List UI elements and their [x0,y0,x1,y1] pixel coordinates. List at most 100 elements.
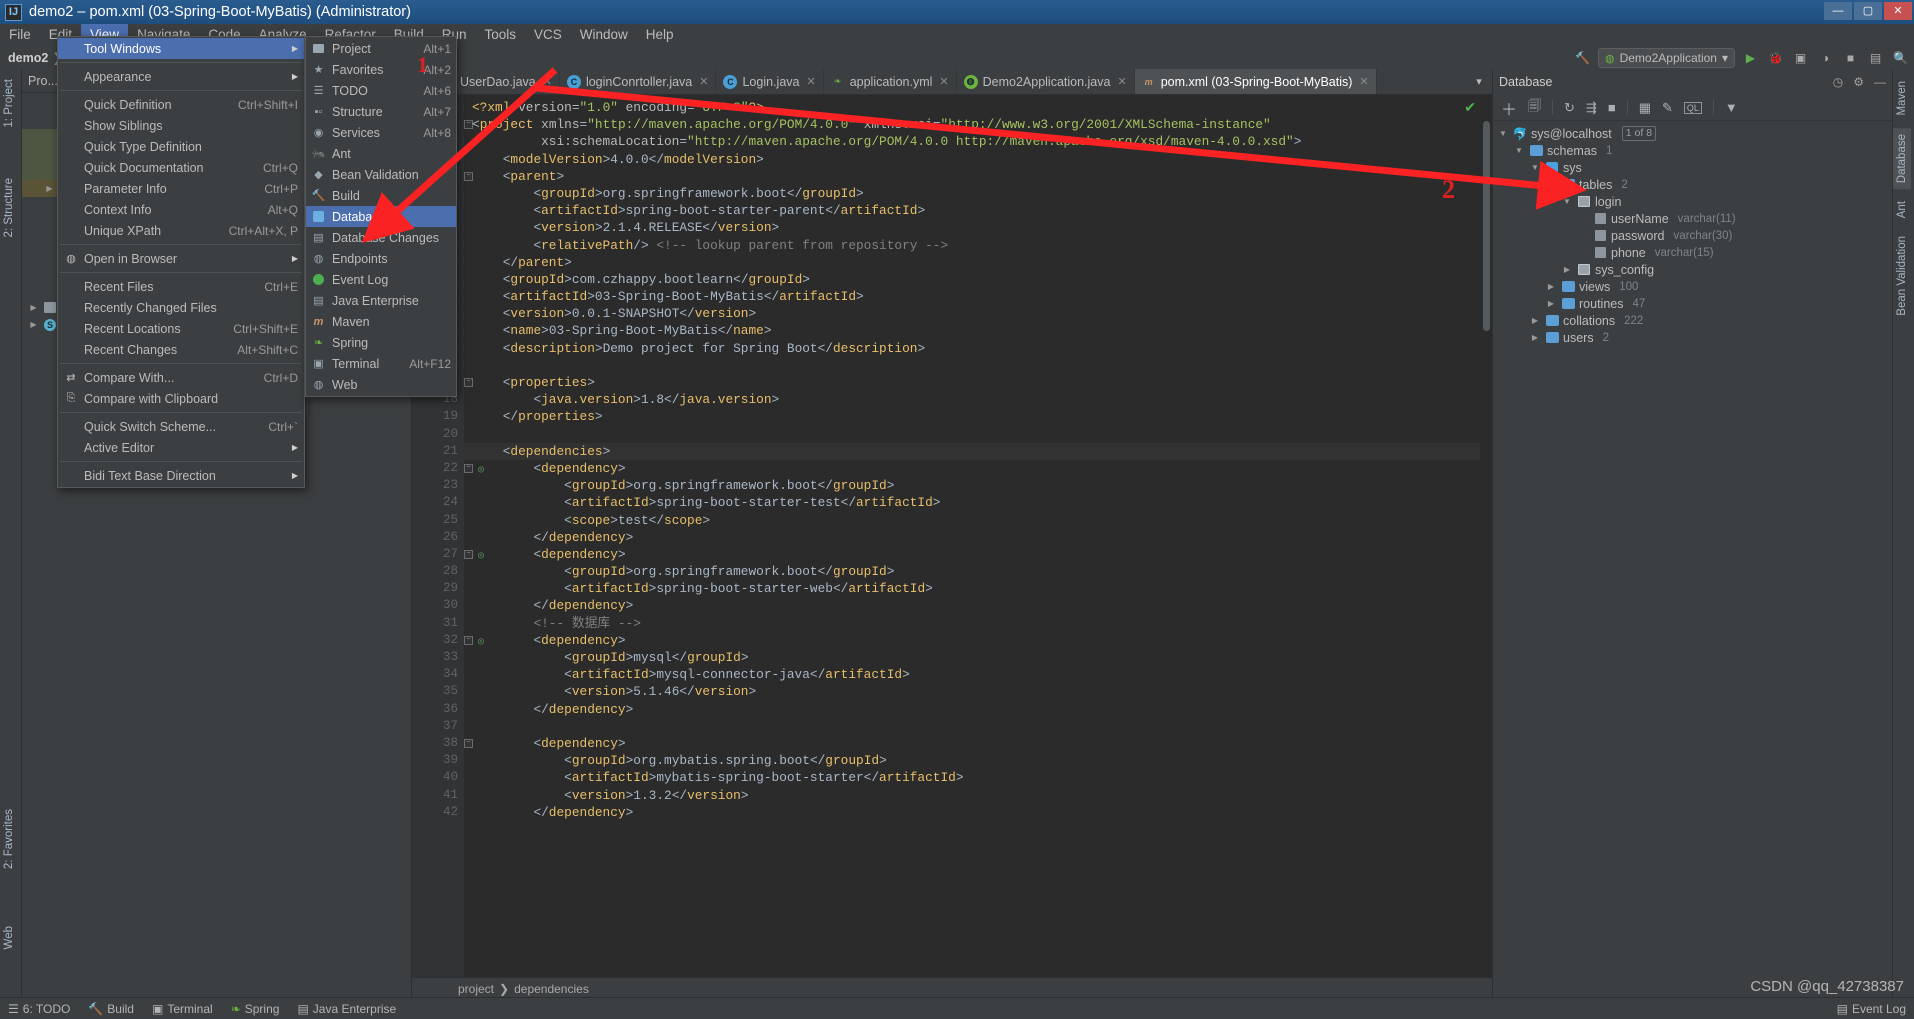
database-tree[interactable]: ▼ 🐬 sys@localhost 1 of 8 ▼ schemas 1 ▼ sys ▼ table… [1493,121,1892,346]
tree-expand-arrow-icon[interactable]: ▶ [28,303,39,312]
breadcrumb-project[interactable]: demo2 [0,51,52,65]
tree-expand-arrow-icon[interactable]: ▼ [1497,129,1509,138]
code-line[interactable]: <properties> [464,374,1492,391]
view-menu-item[interactable]: Quick Definition Ctrl+Shift+I [58,94,304,115]
code-line[interactable]: </dependency> [464,804,1492,821]
view-menu-item[interactable]: Recent Files Ctrl+E [58,276,304,297]
database-tree-node[interactable]: ▼ 🐬 sys@localhost 1 of 8 [1493,125,1892,142]
status-java-enterprise[interactable]: ▤ Java Enterprise [297,1002,396,1016]
code-line[interactable]: </properties> [464,408,1492,425]
editor-tab[interactable]: C Login.java ✕ [716,69,824,94]
view-menu-item[interactable]: Active Editor ▶ [58,437,304,458]
view-menu-item[interactable]: ◍ Open in Browser ▶ [58,248,304,269]
view-menu-item[interactable]: Context Info Alt+Q [58,199,304,220]
editor-breadcrumb[interactable]: project ❯ dependencies [412,977,1492,999]
settings-gear-icon[interactable]: ⚙ [1853,75,1864,89]
view-menu-item[interactable]: Tool Windows ▶ [58,38,304,59]
debug-icon[interactable]: 🐞 [1766,49,1785,68]
code-line[interactable]: <artifactId>03-Spring-Boot-MyBatis</arti… [464,288,1492,305]
minimize-button[interactable]: — [1824,2,1852,20]
layout-icon[interactable]: ▤ [1866,49,1885,68]
view-menu-item[interactable]: Quick Type Definition [58,136,304,157]
run-icon[interactable]: ▶ [1741,49,1760,68]
tool-window-menu-item[interactable]: Project Alt+1 [306,38,456,59]
code-line[interactable]: </dependency> [464,701,1492,718]
view-menu-item[interactable]: Recent Changes Alt+Shift+C [58,339,304,360]
stop-icon[interactable]: ■ [1608,100,1616,115]
editor-scrollbar[interactable] [1480,121,1492,1003]
profile-icon[interactable]: ◑ [1816,49,1835,68]
tool-window-menu-item[interactable]: ☰ TODO Alt+6 [306,80,456,101]
editor-tab[interactable]: ❧ application.yml ✕ [824,69,957,94]
code-line[interactable]: <dependency> [464,546,1492,563]
view-menu-item[interactable]: Recent Locations Ctrl+Shift+E [58,318,304,339]
tool-window-menu-item[interactable]: Event Log [306,269,456,290]
run-script-icon[interactable]: ⇶ [1586,100,1597,116]
code-line[interactable]: <description>Demo project for Spring Boo… [464,340,1492,357]
code-line[interactable]: <groupId>mysql</groupId> [464,649,1492,666]
build-hammer-icon[interactable]: 🔨 [1573,49,1592,68]
layout-icon[interactable]: ◷ [1833,75,1843,89]
close-icon[interactable]: ✕ [1359,75,1368,88]
tool-tab-maven[interactable]: Maven [1893,75,1911,122]
add-icon[interactable]: ＋ [1501,96,1517,120]
code-line[interactable]: <artifactId>mybatis-spring-boot-starter<… [464,769,1492,786]
tool-window-menu-item[interactable]: ◉ Services Alt+8 [306,122,456,143]
code-line[interactable]: <name>03-Spring-Boot-MyBatis</name> [464,322,1492,339]
tool-window-menu-item[interactable]: Database [306,206,456,227]
tree-expand-arrow-icon[interactable]: ▶ [1545,282,1557,291]
database-tree-node[interactable]: ▶ sys_config [1493,261,1892,278]
close-icon[interactable]: ✕ [939,75,948,88]
view-menu-dropdown[interactable]: Tool Windows ▶ Appearance ▶ Quick Definition… [57,36,305,488]
view-menu-item[interactable]: ⇄ Compare With... Ctrl+D [58,367,304,388]
close-icon[interactable]: ✕ [543,75,552,88]
stop-icon[interactable]: ■ [1841,49,1860,68]
database-tree-node[interactable]: ▶ users 2 [1493,329,1892,346]
code-line[interactable]: <scope>test</scope> [464,512,1492,529]
run-configuration-selector[interactable]: ◍ Demo2Application ▾ [1597,48,1735,68]
code-line[interactable]: <groupId>com.czhappy.bootlearn</groupId> [464,271,1492,288]
filter-icon[interactable]: ▼ [1725,100,1738,115]
code-line[interactable]: <java.version>1.8</java.version> [464,391,1492,408]
view-menu-item[interactable]: Quick Switch Scheme... Ctrl+` [58,416,304,437]
tool-window-menu-item[interactable]: ▤ Java Enterprise [306,290,456,311]
close-icon[interactable]: ✕ [1117,75,1126,88]
code-line[interactable] [464,718,1492,735]
editor-tab[interactable]: m pom.xml (03-Spring-Boot-MyBatis) ✕ [1134,69,1377,94]
code-line[interactable]: <artifactId>mysql-connector-java</artifa… [464,666,1492,683]
code-line[interactable]: <artifactId>spring-boot-starter-test</ar… [464,494,1492,511]
code-line[interactable]: <groupId>org.springframework.boot</group… [464,185,1492,202]
console-icon[interactable]: QL [1683,101,1702,114]
tree-expand-arrow-icon[interactable]: ▶ [1561,265,1573,274]
database-tree-node[interactable]: ▶ routines 47 [1493,295,1892,312]
code-line[interactable] [464,357,1492,374]
tree-expand-arrow-icon[interactable]: ▶ [1529,316,1541,325]
close-icon[interactable]: ✕ [699,75,708,88]
editor-tab-bar[interactable]: — IUserDao.java✕CloginConrtoller.java✕CL… [412,69,1492,95]
tree-expand-arrow-icon[interactable]: ▼ [1529,163,1541,172]
coverage-icon[interactable]: ▣ [1791,49,1810,68]
editor-tab[interactable]: CloginConrtoller.java ✕ [560,69,717,94]
code-line[interactable]: <modelVersion>4.0.0</modelVersion> [464,151,1492,168]
code-line[interactable]: <dependency> [464,632,1492,649]
view-menu-item[interactable]: Show Siblings [58,115,304,136]
tree-expand-arrow-icon[interactable]: ▼ [1561,197,1573,206]
tool-windows-submenu[interactable]: Project Alt+1 ★ Favorites Alt+2 ☰ TODO Alt+6 ▪▫ S… [305,36,457,397]
code-line[interactable]: </parent> [464,254,1492,271]
code-editor[interactable]: 12−345−67891011121314151617−18192021−22−… [412,95,1492,1003]
editor-tab[interactable]: ◍ Demo2Application.java ✕ [957,69,1135,94]
code-line[interactable]: <version>2.1.4.RELEASE</version> [464,219,1492,236]
tool-tab-favorites[interactable]: 2: Favorites [0,803,18,875]
maximize-button[interactable]: ▢ [1854,2,1882,20]
status-terminal[interactable]: ▣ Terminal [152,1002,213,1016]
view-menu-item[interactable]: ⎘ Compare with Clipboard [58,388,304,409]
code-line[interactable]: <dependency> [464,735,1492,752]
status-spring[interactable]: ❧ Spring [231,1002,280,1016]
breadcrumb-dependencies-node[interactable]: dependencies [514,982,589,996]
menu-tools[interactable]: Tools [476,24,526,46]
menu-help[interactable]: Help [637,24,683,46]
code-line[interactable]: <groupId>org.springframework.boot</group… [464,563,1492,580]
tool-tab-ant[interactable]: Ant [1893,195,1911,224]
tool-tab-web[interactable]: Web [0,920,18,955]
tool-window-menu-item[interactable]: ▤ Database Changes [306,227,456,248]
